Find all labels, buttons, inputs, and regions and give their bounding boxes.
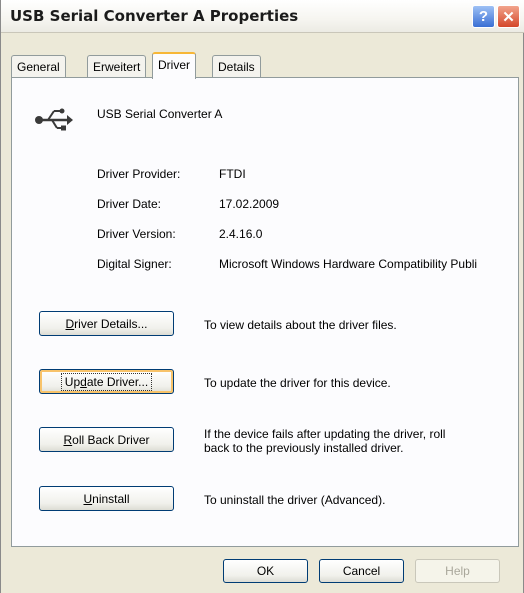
ok-button[interactable]: OK bbox=[223, 559, 308, 583]
roll-back-driver-button[interactable]: Roll Back Driver bbox=[39, 427, 174, 452]
tab-details[interactable]: Details bbox=[212, 55, 261, 77]
close-icon: ✕ bbox=[502, 8, 515, 26]
update-driver-description: To update the driver for this device. bbox=[204, 376, 391, 390]
tab-erweitert[interactable]: Erweitert bbox=[87, 55, 147, 77]
digital-signer-value: Microsoft Windows Hardware Compatibility… bbox=[219, 257, 478, 271]
driver-provider-label: Driver Provider: bbox=[97, 167, 181, 181]
help-button[interactable]: Help bbox=[415, 559, 500, 583]
roll-back-description-line-1: If the device fails after updating the d… bbox=[204, 427, 446, 441]
driver-version-value: 2.4.16.0 bbox=[219, 227, 263, 241]
help-title-button[interactable]: ? bbox=[472, 5, 495, 28]
properties-dialog: USB Serial Converter A Properties ? ✕ Ge… bbox=[0, 0, 524, 593]
driver-details-description: To view details about the driver files. bbox=[204, 318, 397, 332]
tab-driver[interactable]: Driver bbox=[152, 52, 196, 79]
roll-back-description-line-2: back to the previously installed driver. bbox=[204, 441, 404, 455]
cancel-button[interactable]: Cancel bbox=[319, 559, 404, 583]
driver-details-button[interactable]: Driver Details... bbox=[39, 311, 174, 336]
driver-date-value: 17.02.2009 bbox=[219, 197, 280, 211]
update-driver-button[interactable]: Update Driver... bbox=[39, 369, 174, 394]
driver-provider-value: FTDI bbox=[219, 167, 246, 181]
close-button[interactable]: ✕ bbox=[497, 5, 520, 28]
device-name: USB Serial Converter A bbox=[97, 107, 223, 121]
window-title: USB Serial Converter A Properties bbox=[10, 7, 299, 25]
digital-signer-label: Digital Signer: bbox=[97, 257, 172, 271]
driver-version-label: Driver Version: bbox=[97, 227, 176, 241]
focus-rectangle: Update Driver... bbox=[60, 372, 153, 391]
question-mark-icon: ? bbox=[478, 8, 489, 25]
tab-general[interactable]: General bbox=[11, 55, 66, 77]
uninstall-button[interactable]: Uninstall bbox=[39, 486, 174, 511]
usb-icon bbox=[35, 108, 73, 131]
uninstall-description: To uninstall the driver (Advanced). bbox=[204, 493, 386, 507]
roll-back-description: If the device fails after updating the d… bbox=[204, 427, 445, 455]
title-bar[interactable]: USB Serial Converter A Properties ? ✕ bbox=[1, 0, 524, 33]
driver-date-label: Driver Date: bbox=[97, 197, 162, 211]
